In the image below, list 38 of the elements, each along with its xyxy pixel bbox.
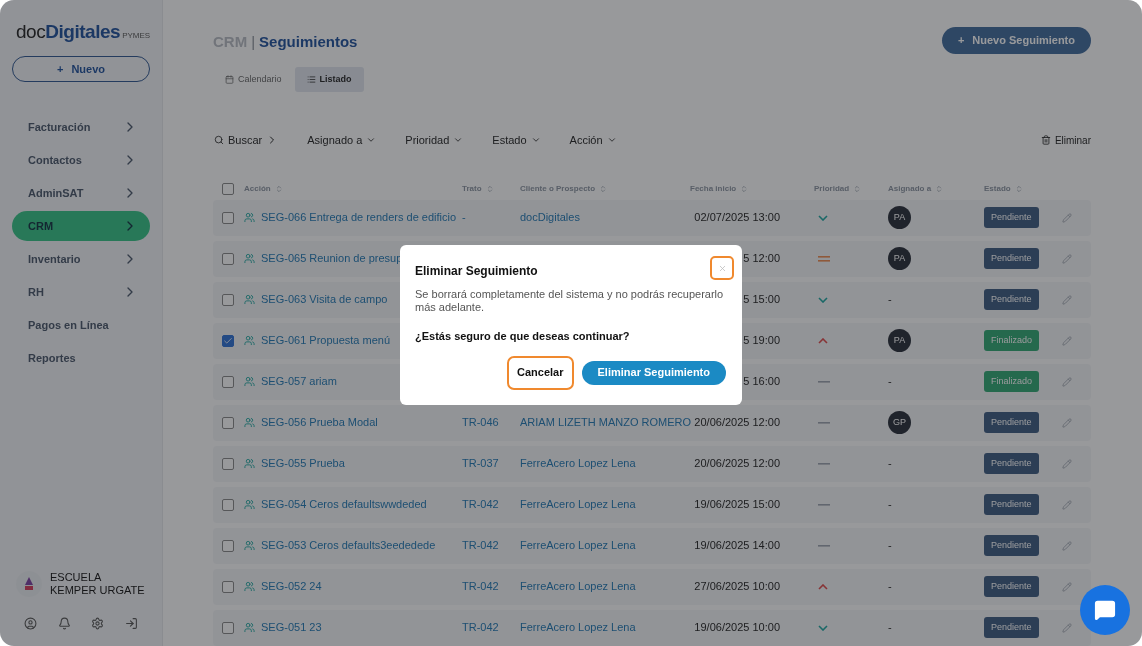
status-badge: Finalizado <box>984 370 1040 393</box>
dialog-question: ¿Estás seguro de que deseas continuar? <box>415 329 631 345</box>
status-badge: Pendiente <box>984 534 1039 557</box>
date-text: 5 12:00 <box>743 251 780 267</box>
logo: docDigitales PYMES <box>15 20 150 44</box>
empty-assignee: - <box>888 621 892 634</box>
status-badge: Pendiente <box>984 206 1039 229</box>
avatar: PA <box>888 329 911 352</box>
dialog-title: Eliminar Seguimiento <box>415 263 538 280</box>
organization-name: ESCUELA KEMPER URGATE <box>50 571 146 597</box>
status-badge: Pendiente <box>984 452 1039 475</box>
date-text: 19/06/2025 15:00 <box>694 497 780 513</box>
avatar: PA <box>888 247 911 270</box>
status-badge: Finalizado <box>984 329 1040 352</box>
empty-assignee: - <box>888 498 892 511</box>
date-text: 02/07/2025 13:00 <box>694 210 780 226</box>
date-text: 20/06/2025 12:00 <box>694 415 780 431</box>
empty-assignee: - <box>888 457 892 470</box>
avatar: PA <box>888 206 911 229</box>
avatar: GP <box>888 411 911 434</box>
status-badge: Pendiente <box>984 493 1039 516</box>
date-text: 19/06/2025 14:00 <box>694 538 780 554</box>
status-badge: Pendiente <box>984 575 1039 598</box>
status-badge: Pendiente <box>984 288 1039 311</box>
status-badge: Pendiente <box>984 616 1039 639</box>
date-text: 5 16:00 <box>743 374 780 390</box>
date-text: 27/06/2025 10:00 <box>694 579 780 595</box>
date-text: 5 15:00 <box>743 292 780 308</box>
date-text: 20/06/2025 12:00 <box>694 456 780 472</box>
date-text: 5 19:00 <box>743 333 780 349</box>
date-text: 19/06/2025 10:00 <box>694 620 780 636</box>
empty-assignee: - <box>888 539 892 552</box>
empty-assignee: - <box>888 293 892 306</box>
empty-assignee: - <box>888 375 892 388</box>
dialog-message: Se borrará completamente del sistema y no podrás recuperarlo más adelante. <box>415 288 725 314</box>
status-badge: Pendiente <box>984 247 1039 270</box>
empty-assignee: - <box>888 580 892 593</box>
status-badge: Pendiente <box>984 411 1039 434</box>
